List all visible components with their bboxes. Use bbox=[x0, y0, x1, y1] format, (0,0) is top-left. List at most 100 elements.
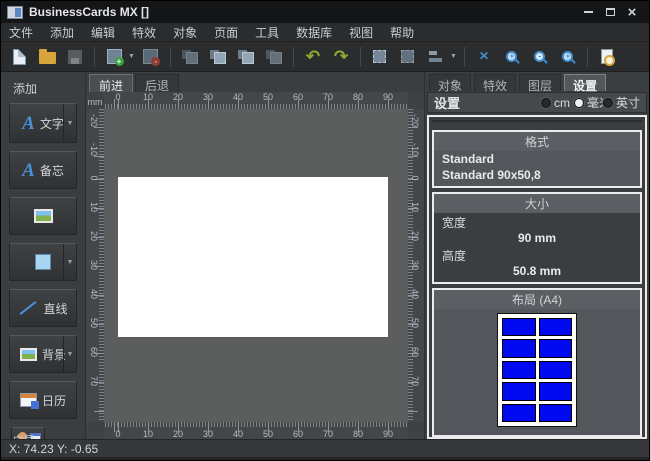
open-button[interactable] bbox=[35, 45, 59, 69]
ruler-number: 10 bbox=[143, 429, 153, 439]
menu-bar: 文件 添加 编辑 特效 对象 页面 工具 数据库 视图 帮助 bbox=[1, 23, 649, 42]
add-rectangle-dropdown[interactable]: ▼ bbox=[63, 244, 76, 280]
status-bar: X: 74.23 Y: -0.65 bbox=[1, 439, 649, 457]
menu-tools[interactable]: 工具 bbox=[255, 24, 279, 41]
height-label: 高度 bbox=[442, 247, 502, 264]
add-page-icon: + bbox=[107, 49, 122, 64]
ruler-number: 50 bbox=[263, 429, 273, 439]
group-icon bbox=[373, 50, 386, 63]
redo-button[interactable]: ↷ bbox=[329, 45, 353, 69]
add-rectangle-button[interactable]: ▼ bbox=[9, 243, 77, 281]
ungroup-button[interactable] bbox=[396, 45, 420, 69]
menu-add[interactable]: 添加 bbox=[50, 24, 74, 41]
ruler-number: 70 bbox=[410, 375, 420, 387]
settings-header: 设置 cm 毫米 英寸 bbox=[427, 92, 647, 113]
tab-back-side[interactable]: 后退 bbox=[135, 74, 179, 92]
tab-settings[interactable]: 设置 bbox=[564, 74, 606, 91]
layout-card-cell bbox=[539, 404, 573, 422]
menu-help[interactable]: 帮助 bbox=[390, 24, 414, 41]
delete-page-button[interactable]: - bbox=[139, 45, 163, 69]
tab-layers[interactable]: 图层 bbox=[519, 74, 561, 91]
ruler-number: 90 bbox=[383, 92, 393, 102]
duplicate-button[interactable] bbox=[262, 45, 286, 69]
add-text-button[interactable]: A 文字 ▼ bbox=[9, 103, 77, 143]
design-canvas[interactable] bbox=[104, 109, 408, 422]
zoom-in-button[interactable]: + bbox=[500, 45, 524, 69]
minimize-button[interactable] bbox=[577, 4, 599, 20]
zoom-selection-button[interactable]: + bbox=[556, 45, 580, 69]
new-document-button[interactable] bbox=[7, 45, 31, 69]
zoom-out-button[interactable]: - bbox=[528, 45, 552, 69]
add-page-button[interactable]: + bbox=[102, 45, 126, 69]
menu-effects[interactable]: 特效 bbox=[132, 24, 156, 41]
add-memo-label: 备忘 bbox=[40, 162, 64, 179]
ruler-number: 30 bbox=[89, 259, 99, 271]
layout-card-cell bbox=[539, 361, 573, 379]
cut-button[interactable] bbox=[178, 45, 202, 69]
format-name: Standard bbox=[442, 152, 494, 166]
ruler-number: 80 bbox=[353, 429, 363, 439]
tab-effects[interactable]: 特效 bbox=[474, 74, 516, 91]
close-button[interactable]: × bbox=[621, 4, 643, 20]
panel-tabs: 对象 特效 图层 设置 bbox=[425, 72, 649, 91]
ruler-number: 50 bbox=[263, 92, 273, 102]
add-calendar-button[interactable]: 日历 bbox=[9, 381, 77, 419]
save-button[interactable] bbox=[63, 45, 87, 69]
menu-edit[interactable]: 编辑 bbox=[91, 24, 115, 41]
copy-button[interactable] bbox=[206, 45, 230, 69]
ruler-number: 60 bbox=[89, 346, 99, 358]
menu-file[interactable]: 文件 bbox=[9, 24, 33, 41]
ruler-number: 50 bbox=[410, 317, 420, 329]
ruler-number: -10 bbox=[89, 143, 99, 155]
unit-radio-mm[interactable]: 毫米 bbox=[574, 94, 603, 111]
height-value: 50.8 mm bbox=[513, 264, 561, 278]
add-image-button[interactable] bbox=[9, 197, 77, 235]
ruler-number: 0 bbox=[115, 92, 120, 102]
menu-page[interactable]: 页面 bbox=[214, 24, 238, 41]
unit-radio-inch[interactable]: 英寸 bbox=[603, 94, 640, 111]
align-dropdown[interactable]: ▼ bbox=[450, 53, 457, 60]
unit-radio-cm[interactable]: cm bbox=[541, 96, 570, 110]
menu-view[interactable]: 视图 bbox=[349, 24, 373, 41]
format-header: 格式 bbox=[434, 132, 640, 151]
add-background-dropdown[interactable]: ▼ bbox=[63, 336, 76, 372]
clipped-panel-label: 向导 bbox=[13, 432, 35, 439]
add-background-button[interactable]: 背景 ▼ bbox=[9, 335, 77, 373]
add-page-dropdown[interactable]: ▼ bbox=[128, 53, 135, 60]
unit-inch-label: 英寸 bbox=[616, 94, 640, 111]
align-button[interactable] bbox=[424, 45, 448, 69]
group-button[interactable] bbox=[368, 45, 392, 69]
layout-card-cell bbox=[539, 339, 573, 357]
zoom-fit-button[interactable]: × bbox=[472, 45, 496, 69]
rectangle-icon bbox=[35, 254, 51, 270]
ruler-unit-label: mm bbox=[86, 92, 104, 109]
business-card-page[interactable] bbox=[118, 177, 388, 337]
add-memo-button[interactable]: A 备忘 bbox=[9, 151, 77, 189]
text-icon: A bbox=[22, 161, 35, 180]
ruler-number: 60 bbox=[293, 429, 303, 439]
unit-cm-label: cm bbox=[554, 96, 570, 110]
tab-front-side[interactable]: 前进 bbox=[89, 74, 133, 92]
menu-object[interactable]: 对象 bbox=[173, 24, 197, 41]
vertical-ruler-left: -20 -10 0 10 20 30 40 50 60 70 bbox=[86, 109, 104, 422]
ruler-number: 20 bbox=[89, 230, 99, 242]
print-preview-button[interactable] bbox=[595, 45, 619, 69]
add-line-button[interactable]: 直线 bbox=[9, 289, 77, 327]
layout-group: 布局 (A4) bbox=[432, 288, 642, 437]
layout-card-cell bbox=[502, 318, 536, 336]
width-value: 90 mm bbox=[518, 231, 556, 245]
maximize-button[interactable] bbox=[599, 4, 621, 20]
paste-button[interactable] bbox=[234, 45, 258, 69]
add-text-dropdown[interactable]: ▼ bbox=[63, 104, 76, 142]
ruler-number: -20 bbox=[410, 114, 420, 126]
toolbar-separator bbox=[464, 47, 465, 67]
toolbar-separator bbox=[94, 47, 95, 67]
undo-button[interactable]: ↶ bbox=[301, 45, 325, 69]
ruler-number: 60 bbox=[293, 92, 303, 102]
horizontal-ruler-top: 0 10 20 30 40 50 60 70 80 90 bbox=[104, 92, 408, 109]
tab-object[interactable]: 对象 bbox=[429, 74, 471, 91]
app-icon bbox=[7, 6, 23, 19]
zoom-selection-icon: + bbox=[562, 51, 573, 62]
close-icon: × bbox=[628, 4, 637, 21]
menu-database[interactable]: 数据库 bbox=[296, 24, 332, 41]
